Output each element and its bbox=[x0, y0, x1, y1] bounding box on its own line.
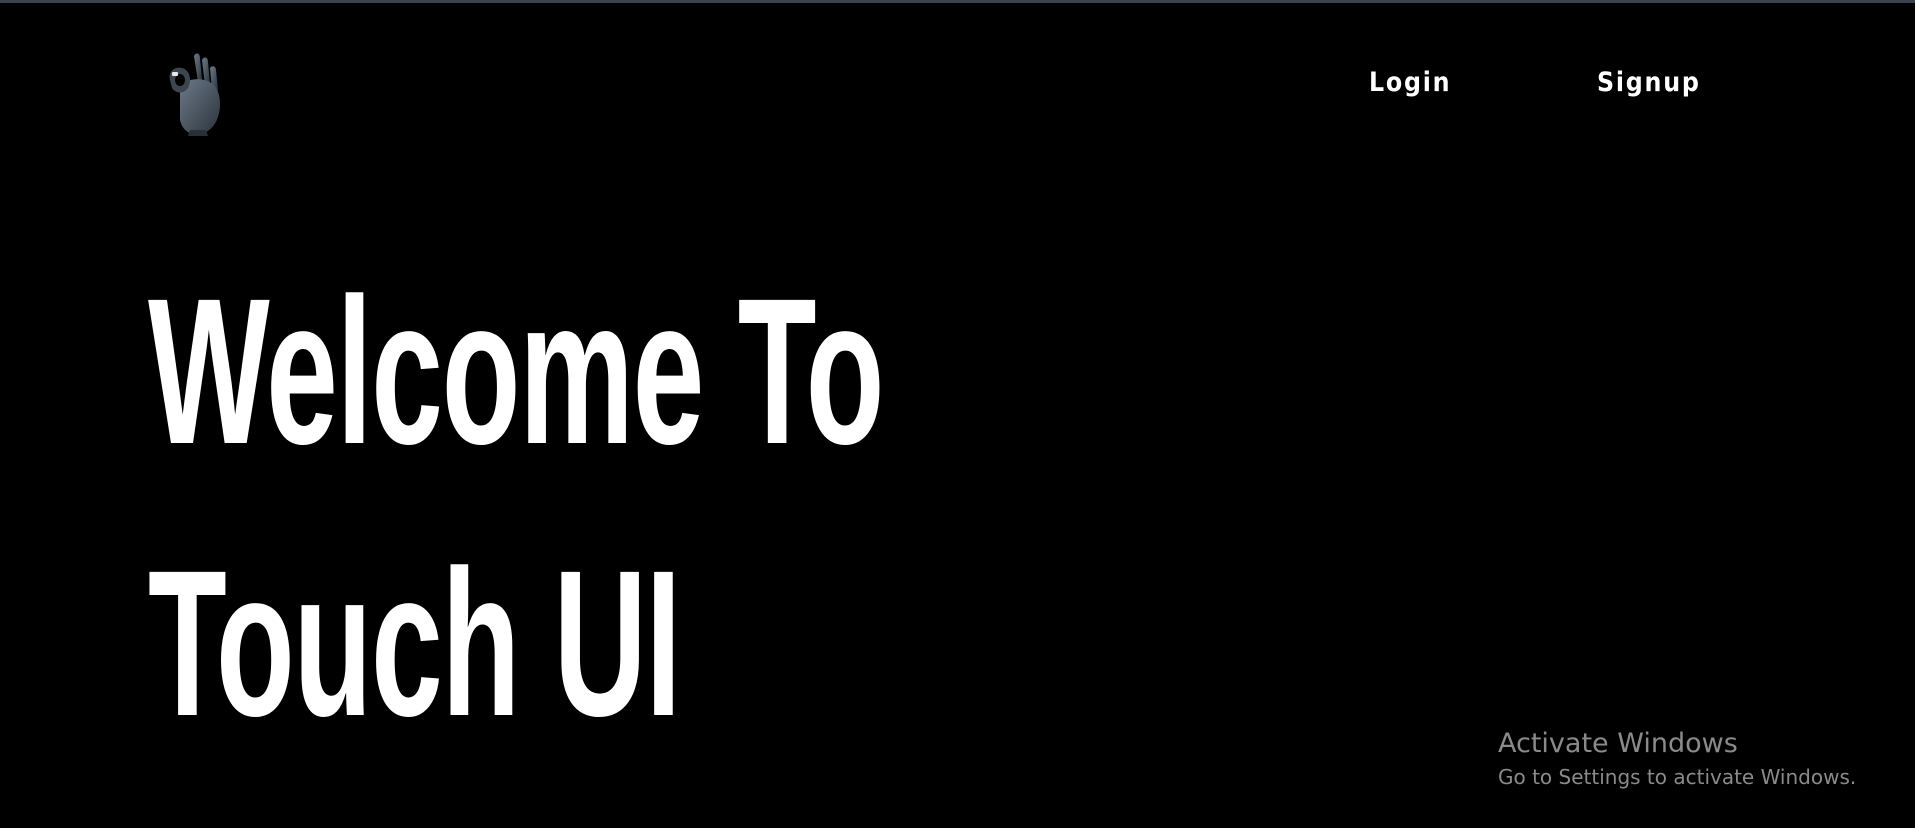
activate-windows-title: Activate Windows bbox=[1498, 728, 1738, 759]
activate-windows-watermark: Activate Windows Go to Settings to activ… bbox=[1498, 726, 1856, 792]
signup-link[interactable]: Signup bbox=[1597, 67, 1701, 98]
hero-title-line-2: Touch UI bbox=[148, 528, 681, 760]
window-top-border bbox=[0, 0, 1915, 3]
ok-hand-icon[interactable] bbox=[160, 50, 226, 136]
hero-title-line-1: Welcome To bbox=[148, 256, 884, 488]
activate-windows-subtitle: Go to Settings to activate Windows. bbox=[1498, 765, 1857, 789]
login-link[interactable]: Login bbox=[1369, 67, 1451, 98]
